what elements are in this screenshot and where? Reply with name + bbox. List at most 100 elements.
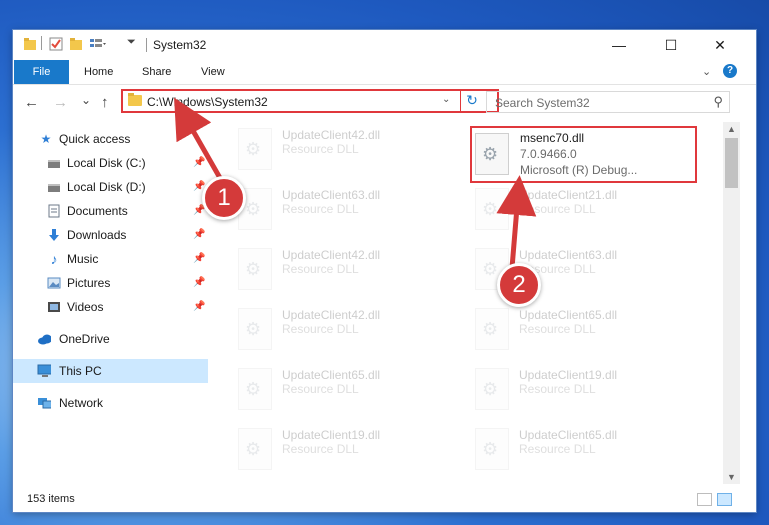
pictures-icon <box>47 277 61 289</box>
file-name: UpdateClient19.dll <box>282 428 381 442</box>
maximize-button[interactable]: ☐ <box>648 30 694 60</box>
file-item[interactable]: ⚙ UpdateClient42.dll Resource DLL <box>208 124 438 180</box>
pin-icon[interactable]: 📌 <box>193 271 205 295</box>
file-item[interactable]: ⚙ UpdateClient42.dll Resource DLL <box>208 304 438 360</box>
sidebar-item-label: Music <box>67 252 99 266</box>
sidebar-item-onedrive[interactable]: OneDrive <box>13 327 208 351</box>
forward-button[interactable]: → <box>53 94 68 111</box>
sidebar-item-this-pc[interactable]: This PC <box>13 359 208 383</box>
view-options-icon[interactable] <box>89 37 107 51</box>
document-icon <box>48 204 60 218</box>
file-type: Resource DLL <box>282 322 359 336</box>
file-item[interactable]: ⚙ UpdateClient63.dll Resource DLL <box>445 244 675 300</box>
file-type: Resource DLL <box>282 262 359 276</box>
folder-icon[interactable] <box>23 37 37 51</box>
gear-icon: ⚙ <box>245 319 262 339</box>
recent-locations-button[interactable]: ⌄ <box>81 93 91 107</box>
properties-icon[interactable] <box>49 37 63 51</box>
close-button[interactable]: ✕ <box>697 30 743 60</box>
search-input[interactable]: Search System32 ⚲ <box>486 91 730 113</box>
tab-view[interactable]: View <box>189 60 237 84</box>
sidebar-item-quick-access[interactable]: ★ Quick access <box>13 127 208 151</box>
file-type: Resource DLL <box>282 442 359 456</box>
scroll-thumb[interactable] <box>725 138 738 188</box>
video-icon <box>48 302 60 312</box>
file-name: UpdateClient63.dll <box>519 248 618 262</box>
help-icon[interactable]: ? <box>723 64 737 78</box>
file-type: Resource DLL <box>282 202 359 216</box>
search-placeholder: Search System32 <box>495 96 590 110</box>
details-view-icon[interactable] <box>697 493 712 506</box>
sidebar-item-downloads[interactable]: Downloads 📌 <box>13 223 208 247</box>
dll-file-icon: ⚙ <box>475 428 509 470</box>
tab-home[interactable]: Home <box>72 60 125 84</box>
file-name: UpdateClient42.dll <box>282 248 381 262</box>
window-title: System32 <box>153 38 207 52</box>
file-item[interactable]: ⚙ UpdateClient65.dll Resource DLL <box>208 364 438 420</box>
chevron-down-icon[interactable]: ⌄ <box>442 94 450 105</box>
ribbon: File Home Share View ⌄ ? <box>13 60 756 85</box>
pin-icon[interactable]: 📌 <box>193 151 205 175</box>
sidebar-item-label: Network <box>59 396 104 410</box>
scroll-down-icon[interactable]: ▼ <box>723 472 740 482</box>
file-name: UpdateClient42.dll <box>282 308 381 322</box>
pin-icon[interactable]: 📌 <box>193 295 205 319</box>
file-type: Resource DLL <box>519 322 596 336</box>
tab-share[interactable]: Share <box>130 60 183 84</box>
sidebar-item-label: Videos <box>67 300 104 314</box>
scroll-up-icon[interactable]: ▲ <box>723 124 740 134</box>
drive-icon <box>48 184 60 192</box>
pin-icon[interactable]: 📌 <box>193 247 205 271</box>
sidebar-item-label: Documents <box>67 204 128 218</box>
file-type: Resource DLL <box>282 382 359 396</box>
file-item[interactable]: ⚙ UpdateClient65.dll Resource DLL <box>445 304 675 360</box>
file-type: Resource DLL <box>519 442 596 456</box>
tab-file[interactable]: File <box>14 60 69 84</box>
navigation-pane: ★ Quick access Local Disk (C:) 📌 Local D… <box>13 122 208 476</box>
gear-icon: ⚙ <box>482 144 499 164</box>
file-name: UpdateClient19.dll <box>519 368 618 382</box>
up-button[interactable]: ↑ <box>101 94 109 111</box>
dll-file-icon: ⚙ <box>238 248 272 290</box>
callout-badge-2: 2 <box>497 263 541 307</box>
gear-icon: ⚙ <box>482 379 499 399</box>
file-name: UpdateClient65.dll <box>519 428 618 442</box>
back-button[interactable]: ← <box>24 94 39 111</box>
file-item[interactable]: ⚙ UpdateClient21.dll Resource DLL <box>445 184 675 240</box>
title-separator <box>146 38 147 52</box>
dll-file-icon: ⚙ <box>475 188 509 230</box>
sidebar-item-documents[interactable]: Documents 📌 <box>13 199 208 223</box>
dll-file-icon: ⚙ <box>238 308 272 350</box>
sidebar-item-label: OneDrive <box>59 332 110 346</box>
item-count: 153 items <box>27 493 75 505</box>
sidebar-item-music[interactable]: ♪ Music 📌 <box>13 247 208 271</box>
dll-file-icon: ⚙ <box>475 133 509 175</box>
gear-icon: ⚙ <box>245 379 262 399</box>
explorer-window: ⏷ System32 — ☐ ✕ File Home Share View ⌄ … <box>13 30 756 512</box>
minimize-button[interactable]: — <box>596 30 642 60</box>
network-icon <box>38 398 51 409</box>
large-icons-view-icon[interactable] <box>717 493 732 506</box>
search-icon: ⚲ <box>713 94 723 109</box>
file-item-msenc70[interactable]: ⚙ msenc70.dll 7.0.9466.0 Microsoft (R) D… <box>470 126 697 183</box>
new-folder-icon[interactable] <box>69 37 83 51</box>
sidebar-item-videos[interactable]: Videos 📌 <box>13 295 208 319</box>
sidebar-item-network[interactable]: Network <box>13 391 208 415</box>
file-item[interactable]: ⚙ UpdateClient19.dll Resource DLL <box>445 364 675 420</box>
file-item[interactable]: ⚙ UpdateClient65.dll Resource DLL <box>445 424 675 476</box>
sidebar-item-label: Pictures <box>67 276 111 290</box>
customize-toolbar-icon[interactable]: ⏷ <box>127 36 136 49</box>
address-bar[interactable]: C:\Windows\System32 ⌄ ↻ <box>121 89 499 113</box>
pin-icon[interactable]: 📌 <box>193 223 205 247</box>
sidebar-item-local-disk-c[interactable]: Local Disk (C:) 📌 <box>13 151 208 175</box>
vertical-scrollbar[interactable]: ▲ ▼ <box>723 122 740 484</box>
sidebar-item-pictures[interactable]: Pictures 📌 <box>13 271 208 295</box>
sidebar-item-local-disk-d[interactable]: Local Disk (D:) 📌 <box>13 175 208 199</box>
dll-file-icon: ⚙ <box>238 428 272 470</box>
refresh-button[interactable]: ↻ <box>460 89 483 113</box>
file-item[interactable]: ⚙ UpdateClient42.dll Resource DLL <box>208 244 438 300</box>
chevron-down-icon[interactable]: ⌄ <box>702 65 711 78</box>
file-item[interactable]: ⚙ UpdateClient19.dll Resource DLL <box>208 424 438 476</box>
file-list: ⚙ UpdateClient42.dll Resource DLL ⚙ Upda… <box>208 122 723 476</box>
file-name: UpdateClient21.dll <box>519 188 618 202</box>
